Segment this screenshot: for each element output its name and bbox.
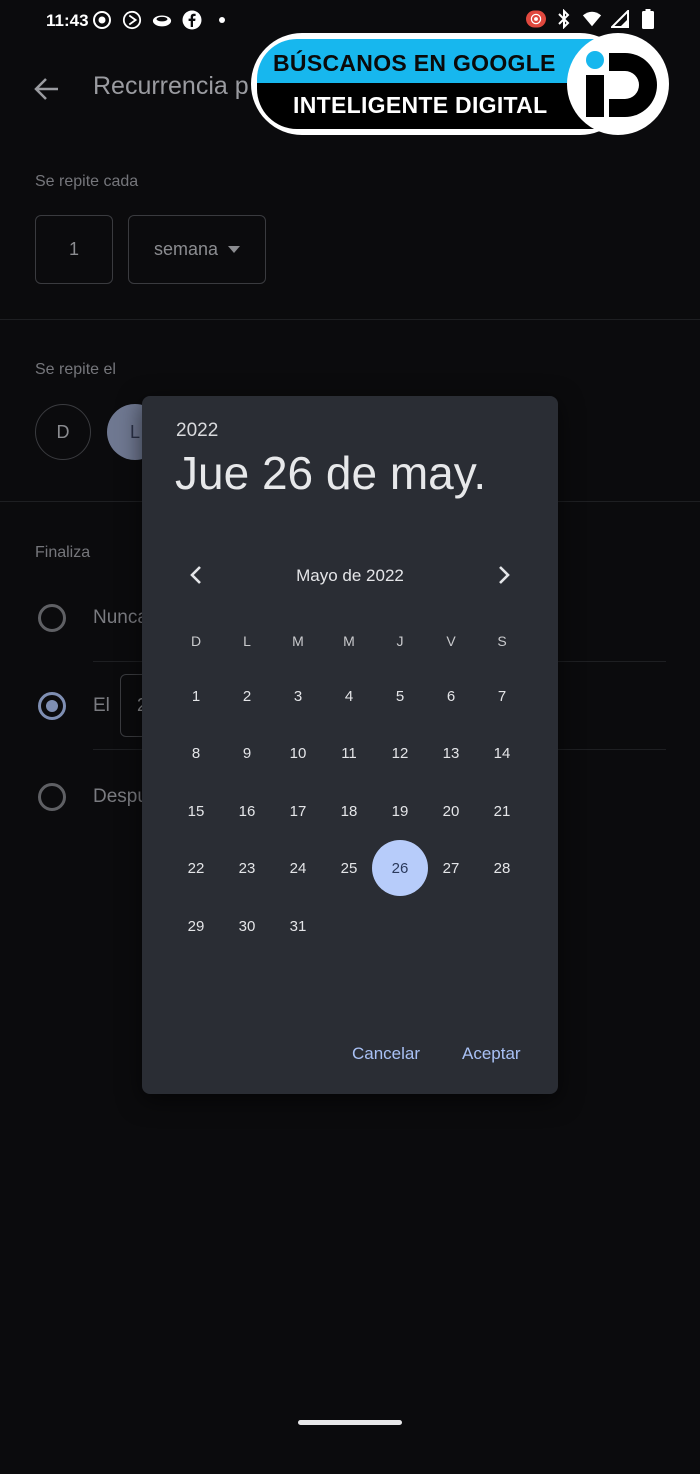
interval-value: 1 [68, 239, 79, 259]
radio-after-label: Despu [93, 786, 148, 807]
calendar-day[interactable]: 14 [474, 725, 530, 781]
divider [0, 319, 700, 320]
play-icon [122, 10, 142, 30]
watermark-line2: INTELIGENTE DIGITAL [293, 92, 548, 118]
calendar-day[interactable]: 27 [423, 840, 479, 896]
calendar-day[interactable]: 24 [270, 840, 326, 896]
back-arrow-icon[interactable] [34, 76, 60, 102]
calendar-day[interactable]: 11 [321, 725, 377, 781]
watermark-banner: BÚSCANOS EN GOOGLE INTELIGENTE DIGITAL [251, 33, 669, 135]
calendar-day[interactable]: 25 [321, 840, 377, 896]
interval-input[interactable]: 1 [35, 215, 113, 284]
repeat-on-label: Se repite el [35, 361, 116, 378]
cancel-button[interactable]: Cancelar [352, 1044, 420, 1064]
record-icon [92, 10, 112, 30]
calendar-day[interactable]: 8 [168, 725, 224, 781]
calendar-day[interactable]: 30 [219, 898, 275, 954]
repeat-every-label: Se repite cada [35, 173, 139, 190]
day-chip-sunday[interactable]: D [35, 404, 91, 460]
day-chip-label: D [56, 421, 70, 442]
date-picker-dialog: 2022 Jue 26 de may. Mayo de 2022 DLMMJVS… [142, 396, 558, 1094]
calendar-day[interactable]: 19 [372, 783, 428, 839]
unit-dropdown[interactable]: semana [128, 215, 266, 284]
facebook-icon [182, 10, 202, 30]
calendar-day[interactable]: 17 [270, 783, 326, 839]
calendar-day[interactable]: 21 [474, 783, 530, 839]
home-indicator[interactable] [298, 1420, 402, 1425]
calendar-day[interactable]: 23 [219, 840, 275, 896]
watermark-line1: BÚSCANOS EN GOOGLE [273, 50, 556, 76]
weekday-label: V [446, 633, 456, 649]
weekday-label: J [396, 633, 404, 649]
page-title: Recurrencia p [93, 72, 249, 100]
calendar-day[interactable]: 7 [474, 668, 530, 724]
calendar-day[interactable]: 10 [270, 725, 326, 781]
watermark-logo-icon [567, 33, 669, 135]
status-left-icons [92, 10, 232, 30]
calendar-day[interactable]: 20 [423, 783, 479, 839]
calendar-day[interactable]: 5 [372, 668, 428, 724]
weekday-label: L [243, 633, 251, 649]
weekday-label: D [190, 633, 202, 649]
weekday-label: S [497, 633, 507, 649]
signal-icon [610, 9, 630, 29]
battery-icon [638, 9, 658, 29]
calendar-day[interactable]: 15 [168, 783, 224, 839]
calendar-day[interactable]: 3 [270, 668, 326, 724]
status-time: 11:43 [46, 11, 89, 30]
cloud-icon [152, 10, 172, 30]
calendar-day[interactable]: 4 [321, 668, 377, 724]
weekday-label: M [343, 633, 355, 649]
dialog-year[interactable]: 2022 [176, 420, 218, 442]
calendar-day[interactable]: 18 [321, 783, 377, 839]
status-right-icons [526, 9, 658, 29]
calendar-day[interactable]: 2 [219, 668, 275, 724]
wifi-icon [582, 9, 602, 29]
calendar-day[interactable]: 29 [168, 898, 224, 954]
calendar-day[interactable]: 13 [423, 725, 479, 781]
radio-never-label: Nunca [93, 607, 148, 628]
accept-button[interactable]: Aceptar [462, 1044, 521, 1064]
calendar-day[interactable]: 9 [219, 725, 275, 781]
calendar-day[interactable]: 31 [270, 898, 326, 954]
screen-record-icon [526, 9, 546, 29]
ends-label: Finaliza [35, 544, 91, 561]
calendar-day-selected[interactable]: 26 [372, 840, 428, 896]
radio-after[interactable] [38, 783, 66, 811]
chevron-right-icon [499, 566, 510, 584]
radio-on-date[interactable] [38, 692, 66, 720]
calendar-day[interactable]: 16 [219, 783, 275, 839]
bluetooth-icon [554, 9, 574, 29]
radio-never[interactable] [38, 604, 66, 632]
calendar-day[interactable]: 12 [372, 725, 428, 781]
next-month-button[interactable] [489, 560, 519, 590]
calendar-day[interactable]: 1 [168, 668, 224, 724]
dot-icon [212, 10, 232, 30]
weekday-label: M [292, 633, 304, 649]
day-chip-label: L [129, 421, 140, 442]
dialog-selected-date: Jue 26 de may. [175, 447, 487, 499]
calendar-day[interactable]: 28 [474, 840, 530, 896]
calendar-day[interactable]: 22 [168, 840, 224, 896]
calendar-day[interactable]: 6 [423, 668, 479, 724]
radio-on-date-label: El [93, 695, 110, 716]
dropdown-arrow-icon [228, 246, 241, 253]
unit-value: semana [153, 239, 219, 259]
